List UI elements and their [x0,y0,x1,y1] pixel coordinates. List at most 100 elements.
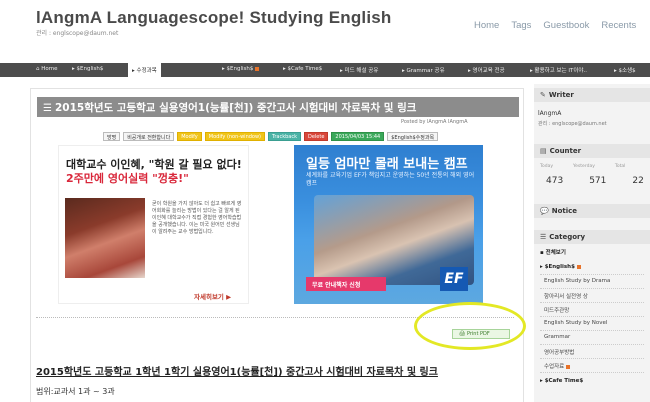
category-menu-bar: ⌂ Home ▸ $English$ ▸ 수정과목 ▸ $English$ ▸ … [0,63,650,77]
menu-item-home[interactable]: ⌂ Home [36,66,58,72]
ad-left-more-link[interactable]: 자세히보기 ▶ [194,291,231,301]
new-badge-icon [576,264,581,269]
menu-item-label: Home [41,66,58,72]
post-title-bar[interactable]: ☰ 2015학년도 고등학교 실용영어1(능률[천]) 중간고사 시험대비 자료목… [37,97,519,117]
menu-item-label: $소생$ [618,68,636,74]
ad-left-body: 굳이 학원을 가지 않아도 더 쉽고 빠르게 영어회화를 늘리는 방법이 있다는… [152,201,242,235]
ad-left-headline: 대학교수 이인혜, "학원 갈 필요 없다! 2주만에 영어실력 "껑충!" [66,158,242,186]
category-all[interactable]: ▪ 전체보기 [540,248,566,256]
post-body-title[interactable]: 2015학년도 고등학교 1학년 1학기 실용영어1(능률[천]) 중간고사 시… [36,363,438,378]
writer-widget-title: Writer [548,91,574,99]
notice-widget-title: Notice [551,207,578,215]
divider [540,274,644,275]
writer-widget-header: ✎ Writer [534,88,650,102]
counter-yesterday: 571 [589,176,607,186]
divider [540,288,644,289]
category-grammar[interactable]: Grammar [544,334,570,340]
nav-tags-link[interactable]: Tags [511,20,531,31]
share-button[interactable]: 방명 [103,132,121,141]
category-label: 수업자료 [544,364,565,370]
nav-recents-link[interactable]: Recents [601,20,636,31]
post-date-badge: 2015/04/03 15:44 [331,132,385,141]
menu-item-english[interactable]: ▸ $English$ [72,66,103,72]
writer-name[interactable]: lAngmA [538,110,561,117]
counter-today: 473 [546,176,564,186]
ef-logo: EF [440,267,468,291]
make-private-button[interactable]: 비공개로 전환합니다 [123,132,175,141]
site-header: lAngmA Languagescope! Studying English 관… [0,0,650,60]
counter-total: 22 [632,176,644,186]
ad-left-photo [65,198,145,278]
menu-item-current[interactable]: ▸ 수정과목 [128,63,161,77]
new-badge-icon [255,66,260,71]
ad-right-headline: 일등 엄마만 몰래 보내는 캠프 [306,157,468,172]
site-subtitle: 관리 : englscope@daum.net [36,30,119,37]
menu-item-label: 수정과목 [136,68,157,74]
category-drama[interactable]: English Study by Drama [544,278,610,284]
new-badge-icon [566,364,571,369]
category-class-material[interactable]: 수업자료 [544,362,571,370]
menu-item-cafe-time[interactable]: ▸ $Cafe Time$ [283,66,322,72]
category-novel[interactable]: English Study by Novel [544,320,607,326]
counter-label-total: Total [614,164,626,169]
pencil-icon: ✎ [540,91,546,99]
site-title[interactable]: lAngmA Languagescope! Studying English [36,8,392,28]
menu-item-grammar[interactable]: ▸ Grammar 공유 [402,66,445,74]
ad-left-headline-line2: 2주만에 영어실력 "껑충!" [66,172,189,185]
ad-right-cta-button[interactable]: 무료 안내책자 신청 [306,277,386,291]
ad-banner-left[interactable]: 대학교수 이인혜, "학원 갈 필요 없다! 2주만에 영어실력 "껑충!" 굳… [58,145,249,304]
menu-item-label: $English$ [226,66,254,72]
nav-home-link[interactable]: Home [474,20,499,31]
sidebar: ✎ Writer lAngmA 관리 : englscope@daum.net ▤… [534,84,650,402]
category-label: $Cafe Time$ [544,378,584,384]
counter-labels: Today Yesterday Total [540,164,625,169]
category-midu[interactable]: 미드주관망 [544,306,569,314]
top-nav: Home Tags Guestbook Recents [474,20,636,31]
menu-item-label: 미드 해설 공유 [344,68,379,74]
menu-item-it[interactable]: ▸ 활용하고 보는 IT이야.. [530,66,587,74]
category-widget-title: Category [549,233,586,241]
menu-item-etc[interactable]: ▸ $소생$ [614,66,636,74]
trackback-button[interactable]: Trackback [268,132,301,141]
list-icon: ☰ [540,233,547,241]
category-label: 전체보기 [545,250,566,256]
menu-item-drama[interactable]: ▸ 미드 해설 공유 [340,66,378,74]
speech-bubble-icon: 💬 [540,207,549,215]
counter-label-today: Today [540,164,554,169]
category-practical[interactable]: 항아리서 실전영 상 [544,292,588,300]
list-icon: ☰ [43,103,52,114]
category-cafe-time[interactable]: ▸ $Cafe Time$ [540,378,583,384]
highlight-annotation [414,302,526,350]
menu-item-edu[interactable]: ▸ 영어교육 전공 [468,66,505,74]
menu-item-english-2[interactable]: ▸ $English$ [222,66,260,72]
category-method[interactable]: 영어공부방법 [544,348,574,356]
divider [540,344,644,345]
category-select[interactable]: $English$수정과목 [387,132,439,141]
delete-button[interactable]: Delete [303,132,329,141]
post-body-range: 범위:교과서 1과 ~ 3과 [36,387,115,396]
ad-banner-right[interactable]: 일등 엄마만 몰래 보내는 캠프 세계화를 교육기업 EF가 책임지고 운영하는… [294,145,483,304]
divider [540,358,644,359]
divider [540,316,644,317]
divider [540,330,644,331]
counter-widget-title: Counter [549,147,582,155]
post-title: 2015학년도 고등학교 실용영어1(능률[천]) 중간고사 시험대비 자료목차… [54,102,417,114]
nav-guestbook-link[interactable]: Guestbook [543,20,589,31]
menu-item-label: $Cafe Time$ [287,66,323,72]
post-meta: Posted by lAngmA lAngmA [401,119,468,125]
modify-non-window-button[interactable]: Modify (non-window) [204,132,266,141]
ad-right-subtext: 세계화를 교육기업 EF가 책임지고 운영하는 50년 전통의 해외 영어캠프 [306,172,475,187]
divider [540,302,644,303]
counter-icon: ▤ [540,147,547,155]
category-english[interactable]: ▸ $English$ [540,264,581,270]
post-action-buttons: 방명 비공개로 전환합니다 Modify Modify (non-window)… [103,132,439,141]
divider [540,372,644,373]
menu-item-label: 활용하고 보는 IT이야.. [534,68,587,74]
counter-widget-header: ▤ Counter [534,144,650,158]
ad-left-headline-line1: 대학교수 이인혜, "학원 갈 필요 없다! [66,158,242,171]
notice-widget-header: 💬 Notice [534,204,650,218]
menu-item-label: $English$ [76,66,104,72]
category-label: $English$ [544,264,575,270]
menu-item-label: 영어교육 전공 [472,68,505,74]
modify-button[interactable]: Modify [177,132,202,141]
